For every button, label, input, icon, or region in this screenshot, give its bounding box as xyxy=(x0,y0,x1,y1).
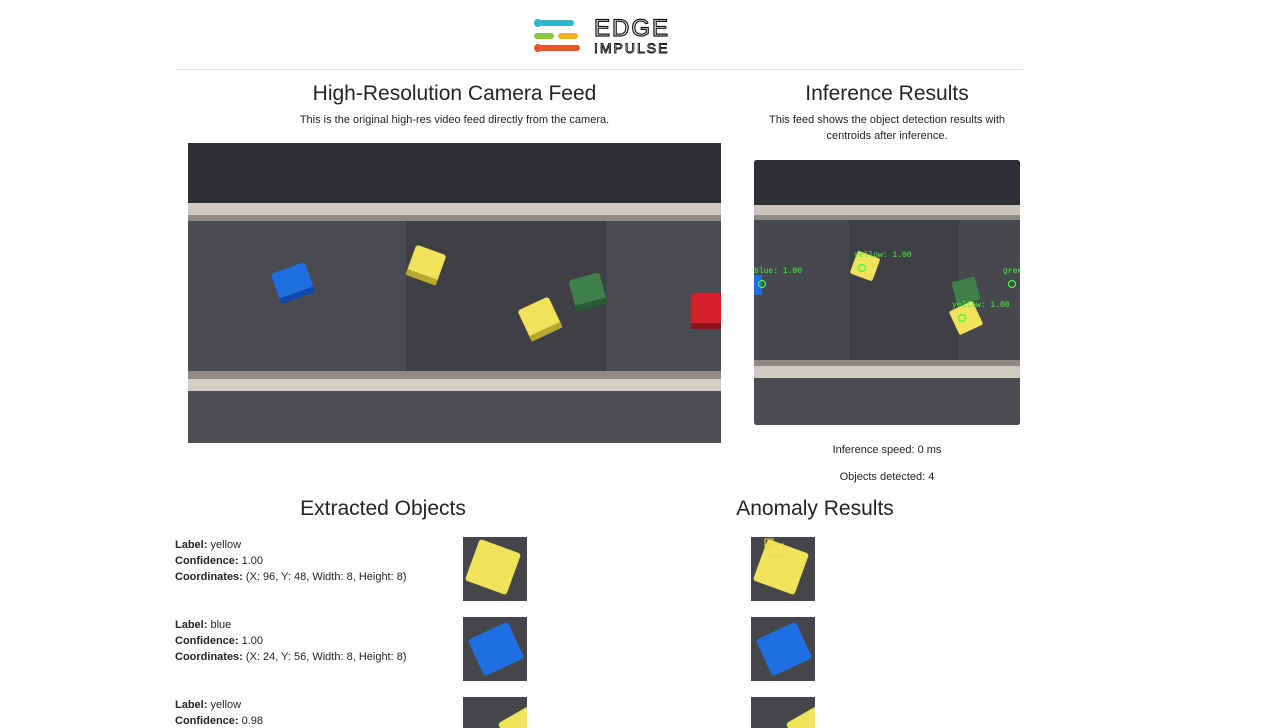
detection-label-blue: blue: 1.00 xyxy=(754,267,802,276)
logo-text-line2: IMPULSE xyxy=(594,40,670,56)
red-cube xyxy=(691,293,721,329)
extracted-object-1-thumbnail xyxy=(463,537,527,601)
extracted-objects-title: Extracted Objects xyxy=(300,497,466,520)
edge-impulse-logo: EDGE IMPULSE xyxy=(532,16,672,56)
camera-feed-video xyxy=(188,143,721,443)
inference-title: Inference Results xyxy=(805,82,969,105)
detection-label-green: green xyxy=(1003,267,1020,276)
object-1-confidence: 1.00 xyxy=(241,555,264,567)
inference-description-line2: centroids after inference. xyxy=(826,130,948,142)
extracted-object-3-thumbnail xyxy=(463,697,527,728)
logo-bars-icon xyxy=(532,16,582,56)
anomaly-object-2-thumbnail xyxy=(751,617,815,681)
extracted-object-3-details: Label: yellow Confidence: 0.98 xyxy=(175,699,264,727)
camera-feed-description: This is the original high-res video feed… xyxy=(299,114,610,126)
object-2-label: blue xyxy=(210,619,232,631)
object-1-label: yellow xyxy=(210,539,242,551)
extracted-object-2-thumbnail xyxy=(463,617,527,681)
object-3-label: yellow xyxy=(210,699,242,711)
anomaly-object-3-thumbnail xyxy=(751,697,815,728)
object-3-confidence: 0.98 xyxy=(241,715,264,727)
header: EDGE IMPULSE xyxy=(175,0,1023,70)
anomaly-object-1-thumbnail xyxy=(751,537,815,601)
inference-results-image: blue: 1.00 yellow: 1.00 green yellow: 1.… xyxy=(754,160,1020,425)
inference-scene: blue: 1.00 yellow: 1.00 green yellow: 1.… xyxy=(754,160,1020,425)
camera-feed-scene xyxy=(188,143,721,443)
logo-text: EDGE IMPULSE xyxy=(593,15,671,56)
anomaly-results-title: Anomaly Results xyxy=(736,497,894,520)
detection-label-yellow-2: yellow: 1.00 xyxy=(952,301,1010,310)
extracted-object-1-details: Label: yellow Confidence: 1.00 Coordinat… xyxy=(175,539,407,583)
detection-label-yellow-1: yellow: 1.00 xyxy=(854,251,912,260)
inference-speed: Inference speed: 0 ms xyxy=(832,444,942,456)
inference-description-line1: This feed shows the object detection res… xyxy=(768,114,1005,126)
object-2-coordinates: (X: 24, Y: 56, Width: 8, Height: 8) xyxy=(245,651,407,663)
object-2-confidence: 1.00 xyxy=(241,635,264,647)
extracted-object-2-details: Label: blue Confidence: 1.00 Coordinates… xyxy=(175,619,407,663)
objects-detected: Objects detected: 4 xyxy=(839,471,935,483)
camera-feed-title: High-Resolution Camera Feed xyxy=(312,82,597,105)
object-1-coordinates: (X: 96, Y: 48, Width: 8, Height: 8) xyxy=(245,571,407,583)
logo-text-line1: EDGE xyxy=(593,15,671,42)
inference-description: This feed shows the object detection res… xyxy=(740,112,1034,144)
